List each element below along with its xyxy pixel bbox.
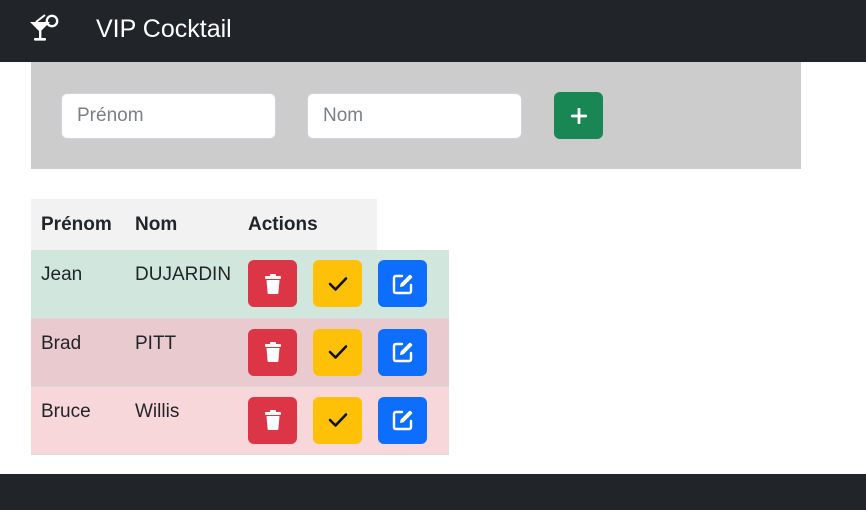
edit-button[interactable] (378, 260, 427, 307)
add-guest-button[interactable] (554, 92, 603, 139)
cell-prenom: Jean (31, 250, 125, 319)
confirm-button[interactable] (313, 260, 362, 307)
cell-actions (238, 318, 449, 387)
edit-icon (392, 410, 412, 431)
table-row: Jean DUJARDIN (31, 250, 449, 319)
edit-icon (392, 274, 412, 294)
column-header-actions: Actions (238, 199, 449, 250)
edit-button[interactable] (378, 396, 427, 444)
column-header-prenom: Prénom (31, 199, 125, 250)
check-icon (328, 276, 347, 291)
navbar: VIP Cocktail (0, 0, 866, 62)
column-header-actions-label: Actions (248, 213, 318, 235)
column-header-nom: Nom (125, 199, 238, 250)
confirm-button[interactable] (313, 328, 362, 376)
trash-icon (264, 342, 281, 362)
add-guest-form (31, 62, 801, 169)
table-header-row: Prénom Nom Actions (31, 199, 449, 250)
footer (0, 474, 866, 510)
confirm-button[interactable] (313, 396, 362, 444)
prenom-input[interactable] (61, 93, 276, 139)
plus-icon (570, 107, 587, 124)
check-icon (328, 345, 347, 359)
cell-nom: PITT (125, 318, 238, 387)
nom-input[interactable] (307, 93, 522, 139)
edit-button[interactable] (378, 328, 427, 376)
cell-nom: Willis (125, 386, 238, 455)
cell-actions (238, 386, 449, 455)
delete-button[interactable] (248, 396, 297, 444)
guest-table: Prénom Nom Actions Jean DUJARDIN Brad PI… (31, 199, 449, 455)
cocktail-icon[interactable] (28, 14, 62, 44)
table-row: Brad PITT (31, 318, 449, 387)
trash-icon (264, 410, 281, 430)
edit-icon (392, 342, 412, 363)
cell-prenom: Bruce (31, 386, 125, 455)
cell-prenom: Brad (31, 318, 125, 387)
cell-nom: DUJARDIN (125, 250, 238, 319)
delete-button[interactable] (248, 328, 297, 376)
check-icon (328, 413, 347, 427)
trash-icon (264, 273, 281, 294)
table-row: Bruce Willis (31, 386, 449, 455)
app-title[interactable]: VIP Cocktail (96, 14, 232, 44)
cell-actions (238, 250, 449, 319)
delete-button[interactable] (248, 260, 297, 307)
